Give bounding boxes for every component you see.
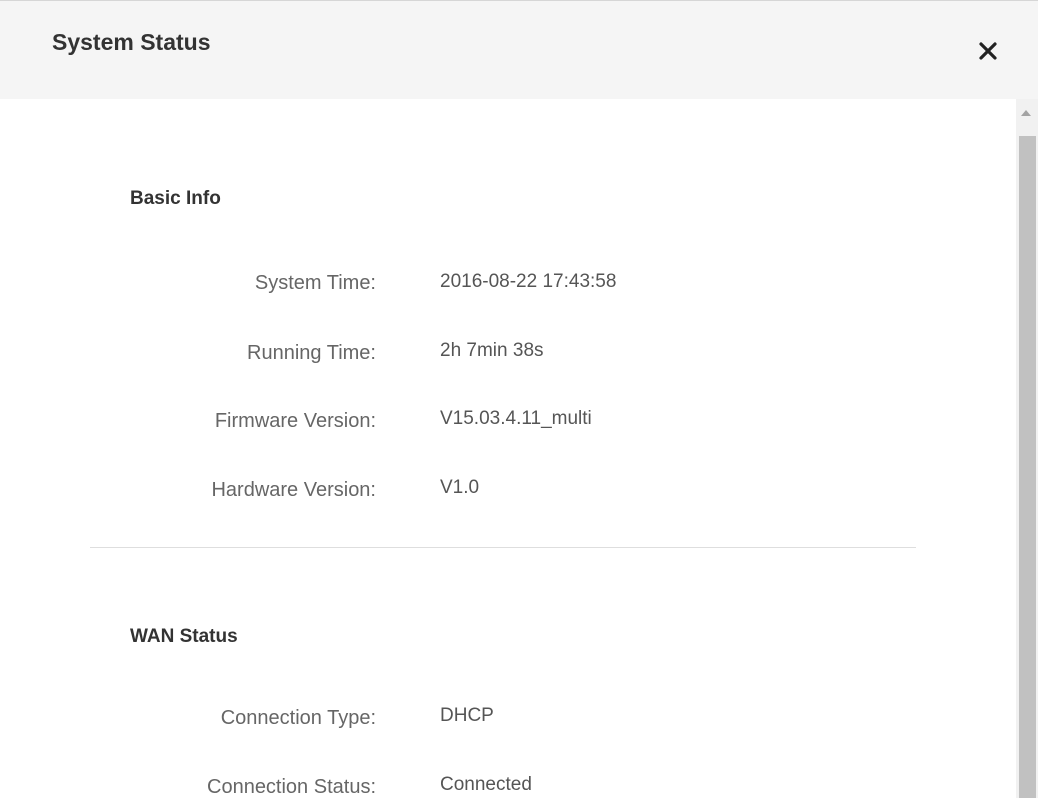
running-time-label: Running Time: <box>247 342 376 364</box>
firmware-version-value: V15.03.4.11_multi <box>440 408 592 429</box>
connection-status-label: Connection Status: <box>207 776 376 798</box>
scroll-up-arrow-icon[interactable] <box>1021 110 1031 116</box>
connection-status-value: Connected <box>440 774 532 795</box>
system-status-dialog: System Status Basic Info System Time: 20… <box>0 0 1038 798</box>
section-divider <box>90 547 916 548</box>
dialog-header: System Status <box>0 0 1038 99</box>
close-button[interactable] <box>968 31 1008 71</box>
hardware-version-label: Hardware Version: <box>211 479 376 501</box>
close-icon <box>979 42 997 60</box>
system-time-value: 2016-08-22 17:43:58 <box>440 271 617 292</box>
scrollbar-thumb[interactable] <box>1019 136 1036 798</box>
running-time-value: 2h 7min 38s <box>440 340 544 361</box>
connection-type-label: Connection Type: <box>220 707 376 729</box>
system-time-label: System Time: <box>254 272 376 294</box>
dialog-title: System Status <box>52 29 211 55</box>
dialog-body: Basic Info System Time: 2016-08-22 17:43… <box>0 99 1038 798</box>
connection-type-value: DHCP <box>440 705 494 726</box>
hardware-version-value: V1.0 <box>440 477 480 498</box>
basic-info-heading: Basic Info <box>130 188 221 209</box>
wan-status-heading: WAN Status <box>130 626 238 647</box>
firmware-version-label: Firmware Version: <box>214 410 376 432</box>
